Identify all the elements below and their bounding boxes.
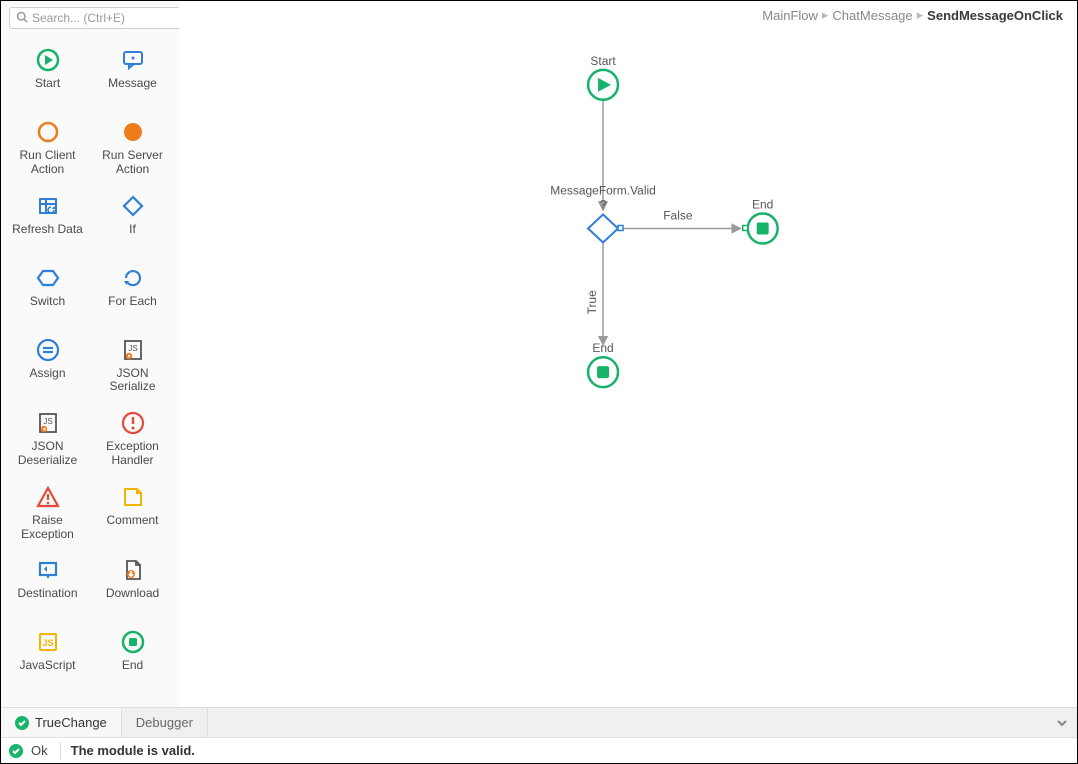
- if-node[interactable]: [588, 215, 623, 243]
- end-true-node-label: End: [592, 341, 613, 355]
- refresh-data-icon: [35, 193, 61, 219]
- start-node[interactable]: [588, 70, 618, 100]
- tool-label: Run Client Action: [7, 149, 88, 177]
- json-serialize-icon: JS: [120, 337, 146, 363]
- tab-debugger[interactable]: Debugger: [122, 708, 208, 737]
- end-icon: [120, 629, 146, 655]
- tool-exception-handler[interactable]: Exception Handler: [90, 404, 175, 472]
- tool-label: JSON Serialize: [92, 367, 173, 395]
- tool-if[interactable]: If: [90, 187, 175, 253]
- svg-text:JS: JS: [128, 344, 137, 353]
- start-icon: [35, 47, 61, 73]
- svg-text:JS: JS: [42, 638, 53, 648]
- tool-label: JSON Deserialize: [7, 440, 88, 468]
- flow-svg: False True Start MessageForm.Valid ? End: [179, 1, 1077, 699]
- search-input[interactable]: [32, 11, 187, 25]
- if-node-label-line1: MessageForm.Valid: [550, 184, 656, 198]
- search-box[interactable]: [9, 7, 194, 29]
- toolbox-panel: Start Message Run Client ActionRun Server …: [1, 1, 179, 707]
- download-icon: [120, 557, 146, 583]
- edge-label-false: False: [663, 209, 693, 223]
- status-divider: [60, 742, 61, 760]
- end-true-node[interactable]: [588, 357, 618, 387]
- tool-foreach[interactable]: For Each: [90, 259, 175, 325]
- bottom-tabs: TrueChange Debugger: [1, 707, 1077, 737]
- javascript-icon: JS: [35, 629, 61, 655]
- search-icon: [16, 11, 28, 26]
- tool-message[interactable]: Message: [90, 41, 175, 107]
- raise-exception-icon: [35, 484, 61, 510]
- switch-icon: [35, 265, 61, 291]
- tool-label: Refresh Data: [12, 223, 83, 237]
- tool-label: Assign: [29, 367, 65, 381]
- tool-label: Switch: [30, 295, 65, 309]
- status-ok-label: Ok: [31, 743, 48, 758]
- foreach-icon: [120, 265, 146, 291]
- expand-panel-button[interactable]: [1047, 708, 1077, 737]
- tab-truechange-label: TrueChange: [35, 715, 107, 730]
- tool-label: Start: [35, 77, 60, 91]
- assign-icon: [35, 337, 61, 363]
- tool-label: Download: [106, 587, 159, 601]
- tool-label: If: [129, 223, 136, 237]
- if-node-label-line2: ?: [600, 198, 607, 212]
- server-action-icon: [120, 119, 146, 145]
- tool-json-serialize[interactable]: JS JSON Serialize: [90, 331, 175, 399]
- tab-truechange[interactable]: TrueChange: [1, 708, 122, 737]
- end-false-node[interactable]: [743, 214, 778, 244]
- exception-handler-icon: [120, 410, 146, 436]
- svg-text:JS: JS: [43, 417, 52, 426]
- start-node-label: Start: [590, 54, 616, 68]
- tool-label: Raise Exception: [7, 514, 88, 542]
- tool-end[interactable]: End: [90, 623, 175, 689]
- tool-raise-exception[interactable]: Raise Exception: [5, 478, 90, 546]
- end-false-node-label: End: [752, 198, 773, 212]
- flow-canvas[interactable]: MainFlow ▸ ChatMessage ▸ SendMessageOnCl…: [179, 1, 1077, 707]
- tool-label: Comment: [106, 514, 158, 528]
- status-ok-icon: [9, 744, 23, 758]
- toolbox-scroll[interactable]: Start Message Run Client ActionRun Server …: [1, 33, 179, 707]
- tool-label: For Each: [108, 295, 157, 309]
- edge-label-true: True: [585, 290, 599, 315]
- comment-icon: [120, 484, 146, 510]
- destination-icon: [35, 557, 61, 583]
- tool-label: Destination: [17, 587, 77, 601]
- tool-server-action[interactable]: Run Server Action: [90, 113, 175, 181]
- tool-switch[interactable]: Switch: [5, 259, 90, 325]
- tool-label: Message: [108, 77, 157, 91]
- tool-label: End: [122, 659, 143, 673]
- tool-label: Run Server Action: [92, 149, 173, 177]
- message-icon: [120, 47, 146, 73]
- tool-json-deserialize[interactable]: JS JSON Deserialize: [5, 404, 90, 472]
- tool-label: Exception Handler: [92, 440, 173, 468]
- tool-refresh-data[interactable]: Refresh Data: [5, 187, 90, 253]
- tool-javascript[interactable]: JS JavaScript: [5, 623, 90, 689]
- tool-comment[interactable]: Comment: [90, 478, 175, 546]
- check-icon: [15, 716, 29, 730]
- tool-client-action[interactable]: Run Client Action: [5, 113, 90, 181]
- tool-assign[interactable]: Assign: [5, 331, 90, 399]
- status-message: The module is valid.: [71, 743, 195, 758]
- if-icon: [120, 193, 146, 219]
- tool-start[interactable]: Start: [5, 41, 90, 107]
- status-bar: Ok The module is valid.: [1, 737, 1077, 763]
- tab-debugger-label: Debugger: [136, 715, 193, 730]
- json-deserialize-icon: JS: [35, 410, 61, 436]
- tool-download[interactable]: Download: [90, 551, 175, 617]
- tool-label: JavaScript: [19, 659, 75, 673]
- tool-destination[interactable]: Destination: [5, 551, 90, 617]
- client-action-icon: [35, 119, 61, 145]
